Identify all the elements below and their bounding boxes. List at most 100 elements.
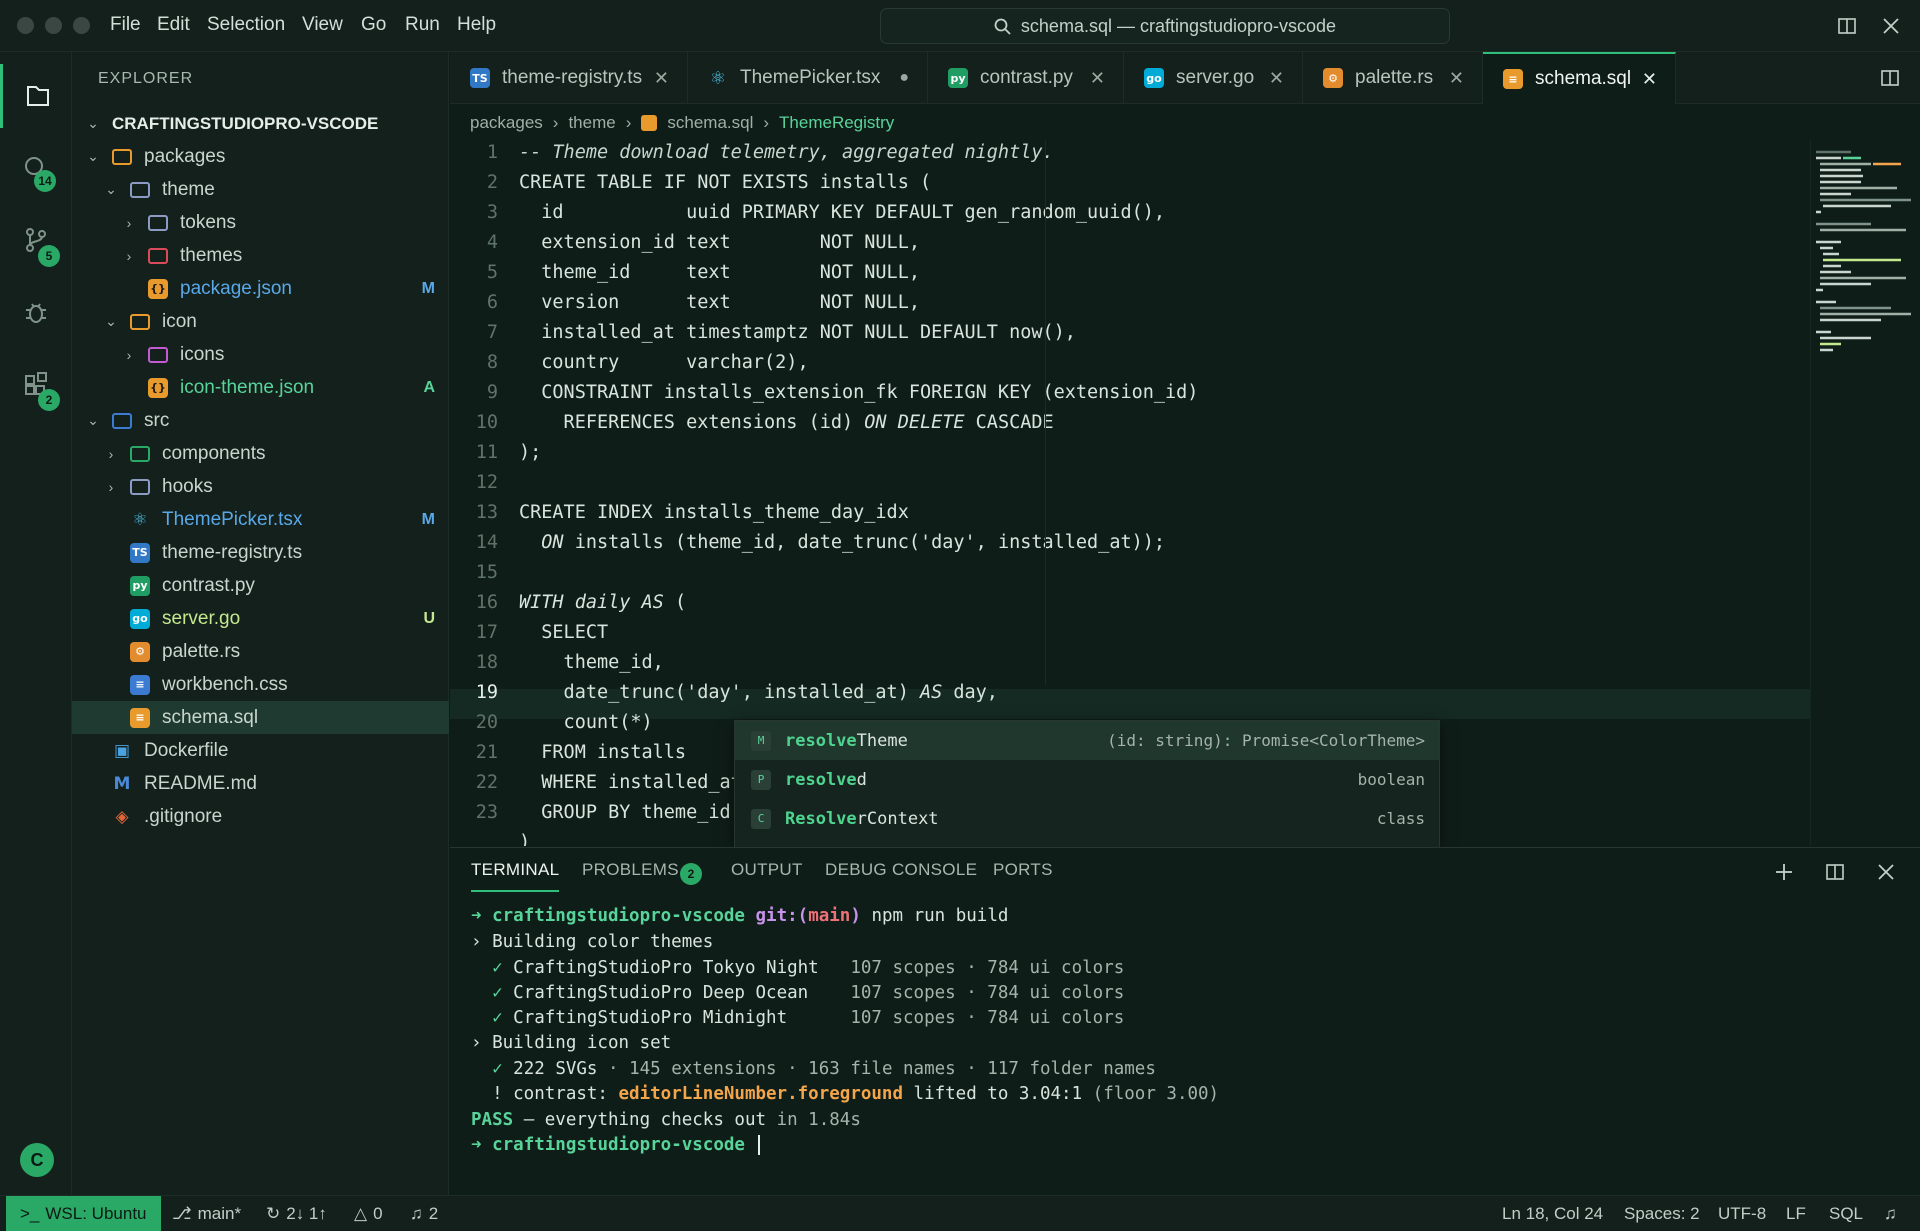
window-maximize-dot[interactable]: [73, 17, 90, 34]
tree-item-hooks[interactable]: › hooks: [72, 470, 449, 503]
folder-open-icon: [130, 181, 150, 198]
tree-item-theme-registry-ts[interactable]: TS theme-registry.ts: [72, 536, 449, 569]
tree-item-components[interactable]: › components: [72, 437, 449, 470]
indentation[interactable]: Spaces: 2: [1624, 1196, 1700, 1231]
breadcrumb-item[interactable]: theme: [568, 113, 615, 133]
debug-view-button[interactable]: [0, 280, 72, 344]
code-line: date_trunc('day', installed_at) AS day,: [519, 682, 998, 703]
tab-server-go[interactable]: go server.go ✕: [1124, 52, 1303, 104]
close-icon[interactable]: [1882, 17, 1900, 35]
problems-indicator[interactable]: △ 0: [354, 1196, 383, 1231]
tab-theme-registry[interactable]: TS theme-registry.ts ✕: [450, 52, 688, 104]
tab-contrast[interactable]: py contrast.py ✕: [928, 52, 1124, 104]
notifications-indicator[interactable]: ♫ 2: [410, 1196, 438, 1231]
tree-item-label: Dockerfile: [144, 739, 229, 761]
line-ending[interactable]: LF: [1786, 1196, 1806, 1231]
tab-output[interactable]: OUTPUT: [731, 860, 803, 880]
status-bar: >_ WSL: Ubuntu ⎇ main* ↻ 2↓ 1↑ △ 0 ♫ 2 L…: [0, 1195, 1920, 1231]
tree-item-themes[interactable]: › themes: [72, 239, 449, 272]
plus-icon[interactable]: [1775, 863, 1793, 881]
tree-item-tokens[interactable]: › tokens: [72, 206, 449, 239]
menu-file[interactable]: File: [110, 14, 141, 36]
sync-icon: ↻: [266, 1203, 281, 1223]
tree-item-icons[interactable]: › icons: [72, 338, 449, 371]
tree-item-palette-rs[interactable]: ⚙ palette.rs: [72, 635, 449, 668]
extensions-view-button[interactable]: 2: [0, 352, 72, 416]
close-icon[interactable]: ✕: [654, 68, 669, 89]
menu-view[interactable]: View: [302, 14, 343, 36]
folder-icon: [148, 247, 168, 264]
menu-help[interactable]: Help: [457, 14, 496, 36]
breadcrumb-symbol[interactable]: ThemeRegistry: [779, 113, 894, 133]
tree-item-workbench-css[interactable]: ≡ workbench.css: [72, 668, 449, 701]
tree-item-gitignore[interactable]: ◈ .gitignore: [72, 800, 449, 833]
bell-icon[interactable]: ♫: [1884, 1196, 1897, 1231]
source-control-view-button[interactable]: 5: [0, 208, 72, 272]
tab-themepicker[interactable]: ⚛ ThemePicker.tsx ●: [688, 52, 928, 104]
menu-edit[interactable]: Edit: [157, 14, 190, 36]
breadcrumb-item[interactable]: packages: [470, 113, 543, 133]
suggestion-match: resolve: [785, 769, 857, 790]
remote-indicator[interactable]: >_ WSL: Ubuntu: [6, 1196, 161, 1231]
tab-debug-console[interactable]: DEBUG CONSOLE: [825, 860, 977, 880]
close-icon[interactable]: ✕: [1449, 68, 1464, 89]
encoding[interactable]: UTF-8: [1718, 1196, 1766, 1231]
search-view-button[interactable]: 14: [0, 136, 72, 200]
layout-icon[interactable]: [1838, 17, 1856, 35]
window-minimize-dot[interactable]: [45, 17, 62, 34]
tree-item-label: .gitignore: [144, 805, 223, 827]
code-line: id uuid PRIMARY KEY DEFAULT gen_random_u…: [519, 202, 1166, 223]
tree-item-contrast-py[interactable]: py contrast.py: [72, 569, 449, 602]
tree-item-package-json[interactable]: {} package.json M: [72, 272, 449, 305]
suggestion-item[interactable]: M resolve Theme (id: string): Promise<Col…: [735, 721, 1439, 760]
split-terminal-icon[interactable]: [1826, 863, 1844, 881]
tree-item-schema-sql[interactable]: ≡ schema.sql: [72, 701, 449, 734]
tree-item-theme[interactable]: ⌄ theme: [72, 173, 449, 206]
code-line-partial: ): [519, 832, 531, 846]
window-close-dot[interactable]: [17, 17, 34, 34]
cursor-position[interactable]: Ln 18, Col 24: [1502, 1196, 1603, 1231]
tab-terminal[interactable]: TERMINAL: [471, 860, 560, 892]
tree-item-icon-theme-json[interactable]: {} icon-theme.json A: [72, 371, 449, 404]
close-panel-icon[interactable]: [1877, 863, 1895, 881]
tree-item-packages[interactable]: ⌄ packages: [72, 140, 449, 173]
tab-schema-sql[interactable]: ≡ schema.sql ✕: [1483, 52, 1676, 104]
terminal-line[interactable]: ➜ craftingstudiopro-vscode: [471, 1135, 771, 1155]
branch-indicator[interactable]: ⎇ main*: [172, 1196, 241, 1231]
unsaved-dot-icon[interactable]: ●: [899, 69, 909, 87]
suggestion-detail: boolean: [1357, 770, 1425, 789]
breadcrumb-item[interactable]: schema.sql: [667, 113, 753, 133]
suggestion-item[interactable]: P resolve d boolean: [735, 760, 1439, 799]
split-editor-icon[interactable]: [1881, 69, 1899, 87]
menu-go[interactable]: Go: [361, 14, 386, 36]
tree-item-src[interactable]: ⌄ src: [72, 404, 449, 437]
sync-indicator[interactable]: ↻ 2↓ 1↑: [266, 1196, 327, 1231]
workspace-root-label: CRAFTINGSTUDIOPRO-VSCODE: [112, 113, 379, 133]
minimap[interactable]: [1810, 140, 1920, 846]
git-status-badge: M: [421, 510, 435, 528]
language-mode[interactable]: SQL: [1829, 1196, 1863, 1231]
tab-ports[interactable]: PORTS: [993, 860, 1053, 880]
command-center-search[interactable]: schema.sql — craftingstudiopro-vscode: [880, 8, 1450, 44]
folder-open-icon: [112, 412, 132, 429]
account-avatar[interactable]: C: [20, 1143, 54, 1177]
errors-count: 0: [373, 1203, 383, 1223]
suggestion-item[interactable]: C Resolve rContext class: [735, 799, 1439, 838]
menu-run[interactable]: Run: [405, 14, 440, 36]
tree-item-label: schema.sql: [162, 706, 259, 728]
tab-problems[interactable]: PROBLEMS: [582, 860, 679, 880]
explorer-view-button[interactable]: [0, 64, 72, 128]
tree-item-label: src: [144, 409, 170, 431]
workspace-root[interactable]: ⌄ CRAFTINGSTUDIOPRO-VSCODE: [72, 107, 449, 140]
close-icon[interactable]: ✕: [1269, 68, 1284, 89]
code-line: WITH daily AS (: [519, 592, 687, 613]
menu-selection[interactable]: Selection: [207, 14, 285, 36]
close-icon[interactable]: ✕: [1642, 69, 1657, 90]
tree-item-dockerfile[interactable]: ▣ Dockerfile: [72, 734, 449, 767]
tree-item-readme-md[interactable]: M README.md: [72, 767, 449, 800]
tree-item-icon[interactable]: ⌄ icon: [72, 305, 449, 338]
tree-item-themepicker-tsx[interactable]: ⚛ ThemePicker.tsx M: [72, 503, 449, 536]
tab-palette-rs[interactable]: ⚙ palette.rs ✕: [1303, 52, 1483, 104]
close-icon[interactable]: ✕: [1090, 68, 1105, 89]
tree-item-server-go[interactable]: go server.go U: [72, 602, 449, 635]
